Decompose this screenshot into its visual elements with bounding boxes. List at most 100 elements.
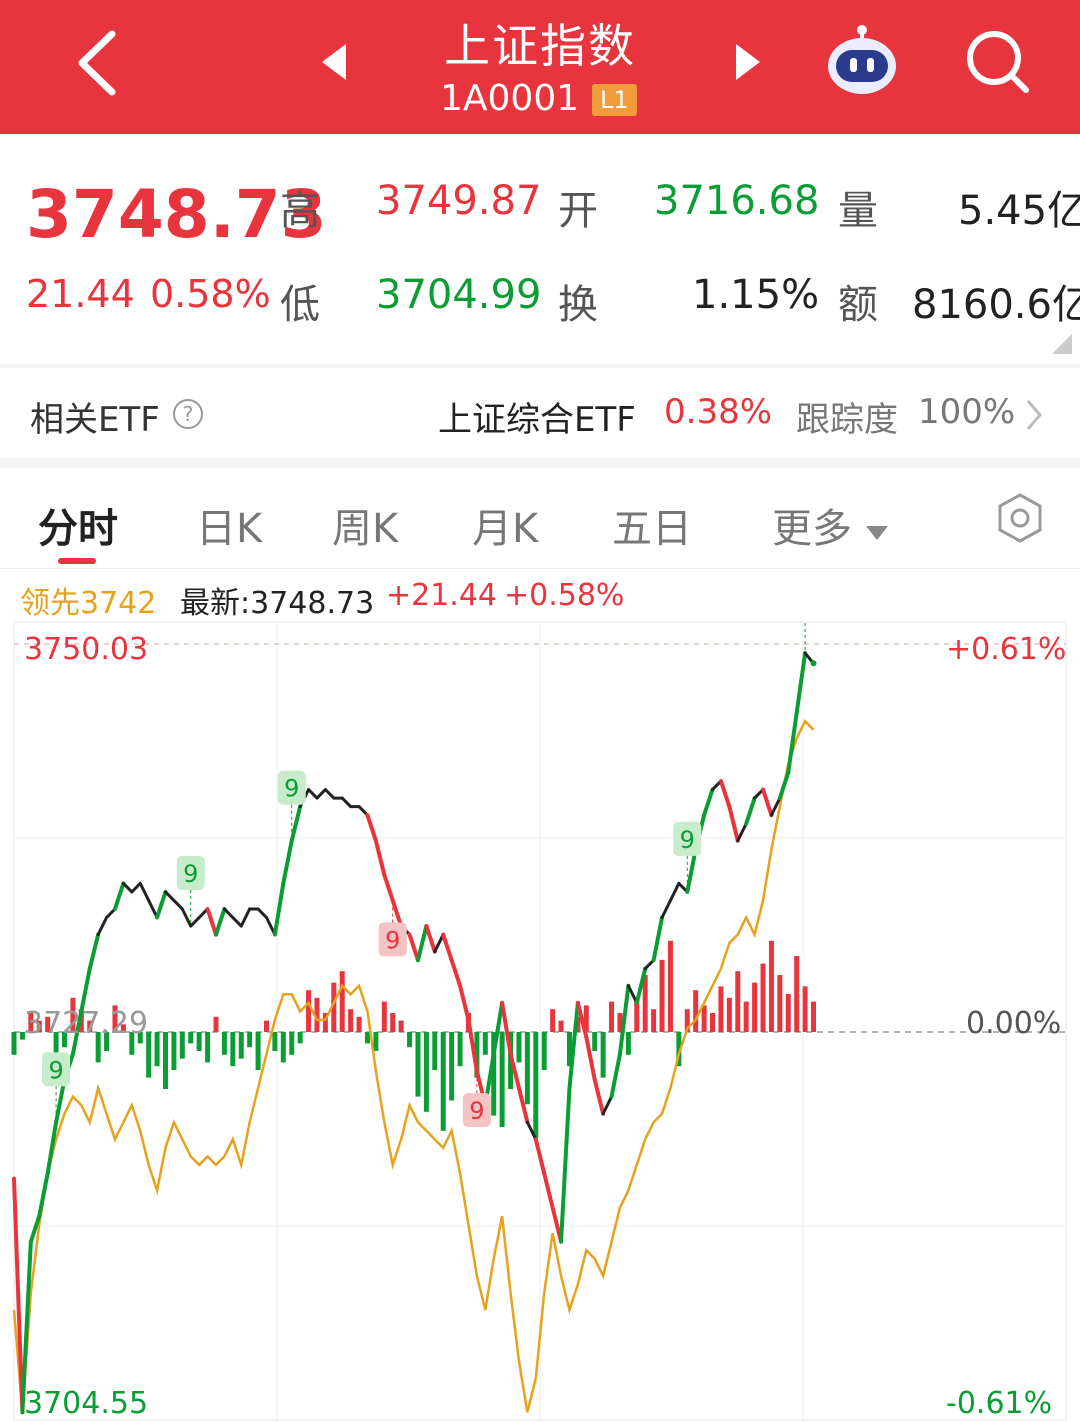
series-line-price xyxy=(651,915,665,963)
legend-latest: 最新:3748.73 xyxy=(180,586,375,621)
index-code: 1A0001 xyxy=(440,78,580,119)
volume-bar xyxy=(415,1032,421,1097)
y-axis-bottom-right: -0.61% xyxy=(946,1386,1053,1421)
series-line-price xyxy=(777,770,791,801)
volume-bar xyxy=(364,1032,370,1044)
assistant-robot-icon[interactable] xyxy=(824,24,900,100)
series-line-price xyxy=(601,1095,614,1116)
volume-bar xyxy=(457,1032,463,1067)
series-line-price xyxy=(112,881,126,911)
series-line-price xyxy=(87,932,101,971)
volume-bar xyxy=(238,1032,244,1059)
series-line-price xyxy=(121,881,134,894)
volume-bar xyxy=(154,1032,160,1067)
series-line-price xyxy=(189,916,201,928)
y-axis-mid-right: 0.00% xyxy=(966,1006,1062,1041)
volume-bar xyxy=(263,1020,269,1032)
low-label: 低 xyxy=(280,282,320,328)
top-bar: 上证指数 1A0001 L1 xyxy=(0,0,1080,134)
next-index-icon[interactable] xyxy=(734,42,762,82)
volume-bar xyxy=(306,990,312,1032)
volume-bar xyxy=(592,1032,598,1051)
volume-bar xyxy=(247,1032,253,1048)
tab-weekly-k[interactable]: 周K xyxy=(332,496,398,554)
volume-bar xyxy=(449,1032,455,1101)
last-point-dot xyxy=(810,660,817,667)
help-icon[interactable]: ? xyxy=(172,398,204,430)
amount-value: 8160.6亿 xyxy=(912,282,1080,328)
volume-bar xyxy=(11,1032,17,1055)
volume-bar xyxy=(558,1020,564,1032)
volume-bar xyxy=(213,1016,219,1032)
related-etf-row[interactable]: 相关ETF ? 上证综合ETF 0.38% 跟踪度 100% xyxy=(0,368,1080,458)
series-line-price xyxy=(744,796,757,826)
series-line-price xyxy=(222,907,235,920)
marker-label: 9 xyxy=(680,826,695,854)
volume-bar xyxy=(423,1032,429,1112)
volume-bar xyxy=(760,963,766,1032)
level-badge: L1 xyxy=(592,84,637,116)
expand-corner-icon[interactable] xyxy=(1052,334,1072,354)
change-value: 21.44 xyxy=(26,272,135,316)
amount-label: 额 xyxy=(838,282,878,328)
volume-bar xyxy=(726,997,732,1032)
tab-intraday[interactable]: 分时 xyxy=(38,496,118,554)
volume-bar xyxy=(550,1009,556,1032)
related-etf-label: 相关ETF xyxy=(30,400,160,440)
volume-bar xyxy=(188,1032,194,1044)
tab-monthly-k[interactable]: 月K xyxy=(472,496,538,554)
series-line-price xyxy=(155,889,168,920)
series-line-price xyxy=(424,924,437,954)
settings-icon[interactable] xyxy=(994,492,1046,544)
volume-bar xyxy=(356,1016,362,1032)
volume-bar xyxy=(718,986,724,1032)
series-line-price xyxy=(340,796,353,809)
tracking-label: 跟踪度 xyxy=(796,400,898,440)
etf-percent: 0.38% xyxy=(664,392,773,432)
volume-bar xyxy=(272,1032,278,1051)
volume-bar xyxy=(196,1032,202,1051)
chevron-right-icon[interactable] xyxy=(1024,398,1044,432)
open-label: 开 xyxy=(558,188,598,234)
series-line-price xyxy=(138,881,151,902)
series-line-price xyxy=(256,907,268,920)
search-icon[interactable] xyxy=(962,26,1032,96)
tracking-value: 100% xyxy=(918,392,1016,432)
series-line-price xyxy=(702,787,715,818)
volume-bar xyxy=(625,1032,631,1055)
intraday-chart[interactable]: 9999999 xyxy=(0,620,1080,1422)
turnover-label: 换 xyxy=(558,282,598,328)
change-percent: 0.58% xyxy=(150,272,271,316)
volume-bar xyxy=(710,1013,716,1032)
divider xyxy=(0,458,1080,468)
volume-bar xyxy=(701,1005,707,1032)
volume-bar xyxy=(255,1032,261,1070)
volume-bar xyxy=(297,1032,303,1044)
legend-lead: 领先3742 xyxy=(20,586,157,621)
chart-tabs: 分时 日K 周K 月K 五日 更多 xyxy=(0,468,1080,569)
volume-bar xyxy=(667,940,673,1032)
y-axis-bottom-left: 3704.55 xyxy=(24,1386,149,1421)
volume-bar xyxy=(651,1009,657,1032)
series-line-price xyxy=(12,1176,25,1415)
series-line-price xyxy=(172,898,184,911)
series-line-price xyxy=(231,916,243,928)
series-line-price xyxy=(609,1052,622,1099)
low-value: 3704.99 xyxy=(376,272,542,318)
series-line-price xyxy=(315,788,327,800)
volume-bar xyxy=(205,1032,211,1063)
volume-bar xyxy=(785,994,791,1032)
marker-label: 9 xyxy=(469,1097,484,1125)
tab-five-day[interactable]: 五日 xyxy=(612,496,692,554)
volume-bar xyxy=(482,1032,488,1055)
volume-bar xyxy=(777,975,783,1032)
series-line-price xyxy=(458,983,471,1022)
etf-name: 上证综合ETF xyxy=(438,400,636,440)
tab-more[interactable]: 更多 xyxy=(772,496,889,554)
tab-more-label: 更多 xyxy=(772,506,852,552)
volume-bar xyxy=(802,986,808,1032)
series-line-price xyxy=(205,906,218,937)
volume-bar xyxy=(179,1032,185,1059)
series-line-price xyxy=(323,788,336,800)
tab-daily-k[interactable]: 日K xyxy=(196,496,262,554)
